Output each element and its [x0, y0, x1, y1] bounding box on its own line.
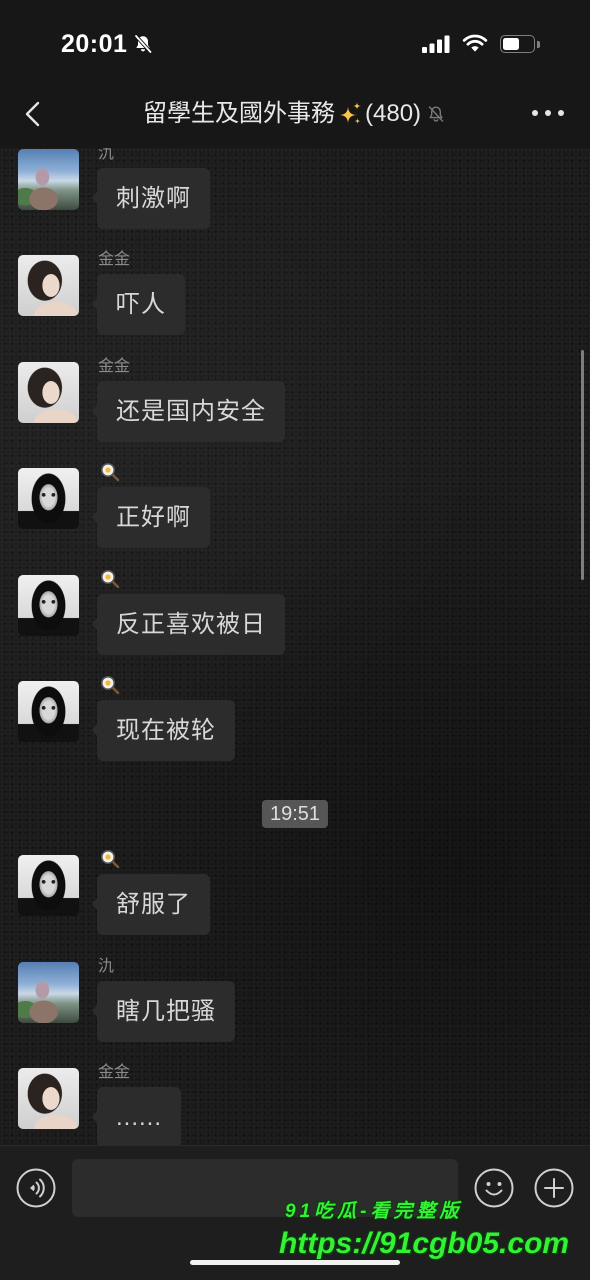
- message-row: 氿 刺激啊: [0, 148, 590, 229]
- fried-egg-icon: [100, 462, 120, 482]
- sender-name: 金金: [98, 251, 131, 268]
- message-bubble[interactable]: 现在被轮: [92, 700, 235, 761]
- message-bubble[interactable]: 舒服了: [92, 874, 210, 935]
- chat-area[interactable]: 氿 刺激啊 金金 吓人 金金 还是国内安全 正好啊 反正喜欢被日 现在被轮 19…: [0, 148, 590, 1145]
- input-bar: 91吃瓜-看完整版 https://91cgb05.com: [0, 1145, 590, 1280]
- message-text: 反正喜欢被日: [116, 611, 266, 638]
- avatar[interactable]: [18, 855, 79, 916]
- message-text: ......: [116, 1104, 163, 1131]
- message-row: 正好啊: [0, 463, 590, 548]
- avatar[interactable]: [18, 1068, 79, 1129]
- more-dot: [545, 110, 551, 116]
- message-text: 还是国内安全: [116, 398, 266, 425]
- emoji-icon[interactable]: [474, 1168, 514, 1208]
- battery-icon: [500, 35, 535, 53]
- sparkles-icon: [337, 101, 363, 127]
- chat-title[interactable]: 留學生及國外事務 (480): [143, 99, 445, 129]
- message-bubble[interactable]: 吓人: [92, 274, 185, 335]
- bell-slash-icon: [427, 105, 445, 123]
- more-dot: [532, 110, 538, 116]
- message-bubble[interactable]: ......: [91, 1087, 182, 1145]
- sender-name: 金金: [98, 1064, 131, 1081]
- scrollbar[interactable]: [581, 350, 584, 580]
- signal-icon: [422, 34, 452, 54]
- plus-icon[interactable]: [534, 1168, 574, 1208]
- message-text: 正好啊: [116, 504, 191, 531]
- avatar[interactable]: [18, 575, 79, 636]
- more-icon[interactable]: [532, 110, 564, 118]
- avatar[interactable]: [18, 255, 79, 316]
- timestamp: 19:51: [261, 800, 329, 828]
- message-row: 氿 瞎几把骚: [0, 958, 590, 1042]
- message-row: 金金 吓人: [0, 251, 590, 335]
- fried-egg-icon: [100, 849, 120, 869]
- message-text: 瞎几把骚: [116, 998, 216, 1025]
- message-bubble[interactable]: 正好啊: [92, 487, 210, 548]
- battery-nub: [537, 41, 540, 48]
- avatar[interactable]: [18, 681, 79, 742]
- sender-name: 金金: [98, 358, 131, 375]
- message-row: 金金 还是国内安全: [0, 358, 590, 442]
- message-bubble[interactable]: 瞎几把骚: [92, 981, 235, 1042]
- top-bar: 20:01 留學生及國外事務 (480): [0, 0, 590, 148]
- message-row: 舒服了: [0, 850, 590, 935]
- message-text: 吓人: [116, 291, 166, 318]
- message-row: 反正喜欢被日: [0, 570, 590, 655]
- bell-slash-icon: [133, 34, 153, 54]
- message-text: 现在被轮: [116, 717, 216, 744]
- sender-name: 氿: [98, 958, 115, 975]
- fried-egg-icon: [100, 675, 120, 695]
- voice-icon[interactable]: [16, 1168, 56, 1208]
- fried-egg-icon: [100, 569, 120, 589]
- battery-fill: [503, 38, 519, 50]
- group-name: 留學生及國外事務: [143, 100, 335, 127]
- wifi-icon: [462, 33, 488, 53]
- message-bubble[interactable]: 还是国内安全: [92, 381, 285, 442]
- watermark-line1: 91吃瓜-看完整版: [285, 1201, 463, 1222]
- message-text: 舒服了: [116, 891, 191, 918]
- message-text: 刺激啊: [116, 185, 191, 212]
- avatar[interactable]: [18, 468, 79, 529]
- watermark-line2: https://91cgb05.com: [279, 1227, 570, 1260]
- member-count: (480): [365, 100, 422, 127]
- avatar[interactable]: [18, 362, 79, 423]
- home-indicator[interactable]: [190, 1260, 400, 1265]
- message-row: 现在被轮: [0, 676, 590, 761]
- message-bubble[interactable]: 刺激啊: [92, 168, 210, 229]
- more-dot: [558, 110, 564, 116]
- avatar[interactable]: [18, 962, 79, 1023]
- avatar[interactable]: [18, 149, 79, 210]
- sender-name: 氿: [98, 148, 115, 162]
- message-bubble[interactable]: 反正喜欢被日: [92, 594, 285, 655]
- status-time: 20:01: [61, 30, 128, 58]
- message-row: 金金 ......: [0, 1064, 590, 1145]
- chevron-left-icon[interactable]: [24, 100, 42, 128]
